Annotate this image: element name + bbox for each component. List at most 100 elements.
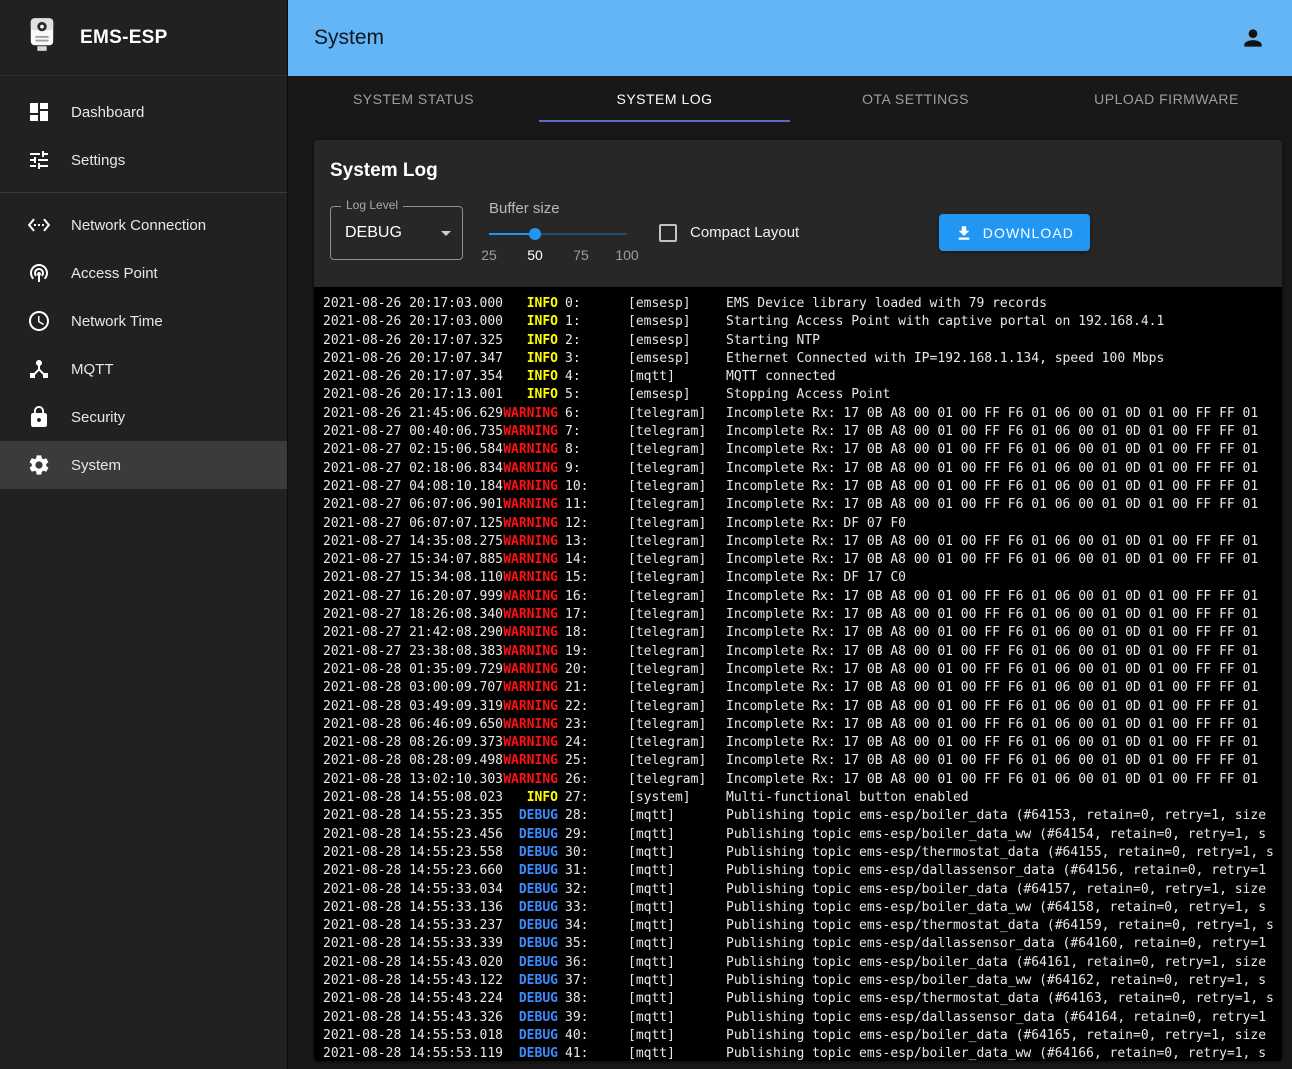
log-message: Publishing topic ems-esp/dallassensor_da… — [726, 1009, 1266, 1027]
slider-tick-25[interactable]: 25 — [481, 247, 497, 263]
log-row: 2021-08-28 14:55:23.660DEBUG31:[mqtt]Pub… — [323, 862, 1282, 880]
log-time: 2021-08-26 20:17:07.354 — [323, 368, 501, 386]
buffer-size-group: Buffer size 255075100 — [489, 200, 641, 265]
system-log-card: System Log Log Level DEBUG Buffer size 2… — [314, 140, 1282, 1061]
log-source: [mqtt] — [628, 935, 726, 953]
log-message: Publishing topic ems-esp/boiler_data (#6… — [726, 1027, 1266, 1045]
log-source: [telegram] — [628, 734, 726, 752]
log-time: 2021-08-27 15:34:07.885 — [323, 551, 501, 569]
tab-upload-firmware[interactable]: UPLOAD FIRMWARE — [1041, 76, 1292, 122]
log-time: 2021-08-28 01:35:09.729 — [323, 661, 501, 679]
log-level: WARNING — [501, 569, 558, 587]
tune-icon — [27, 148, 51, 172]
log-row: 2021-08-27 14:35:08.275WARNING13:[telegr… — [323, 533, 1282, 551]
log-row: 2021-08-28 14:55:23.558DEBUG30:[mqtt]Pub… — [323, 844, 1282, 862]
log-message: EMS Device library loaded with 79 record… — [726, 295, 1047, 313]
tab-ota-settings[interactable]: OTA SETTINGS — [790, 76, 1041, 122]
log-time: 2021-08-28 14:55:43.020 — [323, 954, 501, 972]
log-level: INFO — [501, 332, 558, 350]
download-button-label: DOWNLOAD — [983, 225, 1074, 241]
sidebar-item-security[interactable]: Security — [0, 393, 287, 441]
log-index: 14: — [565, 551, 611, 569]
log-row: 2021-08-28 06:46:09.650WARNING23:[telegr… — [323, 716, 1282, 734]
sidebar-item-dashboard[interactable]: Dashboard — [0, 88, 287, 136]
log-index: 27: — [565, 789, 611, 807]
log-time: 2021-08-28 14:55:33.237 — [323, 917, 501, 935]
log-level: DEBUG — [501, 935, 558, 953]
device-hub-icon — [27, 357, 51, 381]
compact-layout-checkbox[interactable]: Compact Layout — [659, 224, 799, 242]
log-time: 2021-08-28 14:55:43.326 — [323, 1009, 501, 1027]
log-index: 2: — [565, 332, 611, 350]
log-index: 13: — [565, 533, 611, 551]
slider-tick-50[interactable]: 50 — [527, 247, 543, 263]
log-source: [telegram] — [628, 441, 726, 459]
checkbox-unchecked-icon[interactable] — [659, 224, 677, 242]
log-message: Incomplete Rx: 17 0B A8 00 01 00 FF F6 0… — [726, 460, 1258, 478]
log-controls: Log Level DEBUG Buffer size 255075100 C — [314, 196, 1282, 287]
log-time: 2021-08-28 14:55:23.558 — [323, 844, 501, 862]
log-message: Publishing topic ems-esp/boiler_data_ww … — [726, 1045, 1266, 1061]
log-message: Incomplete Rx: 17 0B A8 00 01 00 FF F6 0… — [726, 643, 1258, 661]
log-message: Incomplete Rx: 17 0B A8 00 01 00 FF F6 0… — [726, 496, 1258, 514]
sidebar-item-settings[interactable]: Settings — [0, 136, 287, 184]
buffer-size-slider[interactable] — [489, 227, 627, 241]
tab-system-log[interactable]: SYSTEM LOG — [539, 76, 790, 122]
log-level: WARNING — [501, 679, 558, 697]
log-index: 36: — [565, 954, 611, 972]
card-title: System Log — [314, 140, 1282, 196]
log-level-value: DEBUG — [331, 224, 402, 242]
log-message: Incomplete Rx: 17 0B A8 00 01 00 FF F6 0… — [726, 441, 1258, 459]
log-level-select[interactable]: Log Level DEBUG — [330, 206, 463, 260]
log-source: [mqtt] — [628, 862, 726, 880]
log-level: WARNING — [501, 405, 558, 423]
log-message: Ethernet Connected with IP=192.168.1.134… — [726, 350, 1164, 368]
log-time: 2021-08-28 08:28:09.498 — [323, 752, 501, 770]
log-level: DEBUG — [501, 1009, 558, 1027]
log-level: DEBUG — [501, 972, 558, 990]
log-time: 2021-08-26 20:17:13.001 — [323, 386, 501, 404]
log-source: [mqtt] — [628, 1009, 726, 1027]
log-source: [telegram] — [628, 569, 726, 587]
log-time: 2021-08-28 14:55:33.339 — [323, 935, 501, 953]
log-source: [system] — [628, 789, 726, 807]
log-viewer[interactable]: 2021-08-26 20:17:03.000INFO0:[emsesp]EMS… — [314, 287, 1282, 1061]
account-icon[interactable] — [1240, 25, 1266, 51]
log-index: 12: — [565, 515, 611, 533]
log-level: WARNING — [501, 441, 558, 459]
log-source: [emsesp] — [628, 313, 726, 331]
sidebar-item-label: Security — [71, 409, 125, 426]
log-time: 2021-08-28 14:55:33.136 — [323, 899, 501, 917]
log-row: 2021-08-27 16:20:07.999WARNING16:[telegr… — [323, 588, 1282, 606]
log-index: 21: — [565, 679, 611, 697]
sidebar-item-label: Access Point — [71, 265, 158, 282]
slider-tick-75[interactable]: 75 — [573, 247, 589, 263]
log-index: 41: — [565, 1045, 611, 1061]
tab-system-status[interactable]: SYSTEM STATUS — [288, 76, 539, 122]
slider-tick-100[interactable]: 100 — [615, 247, 638, 263]
log-index: 31: — [565, 862, 611, 880]
sidebar-item-system[interactable]: System — [0, 441, 287, 489]
log-index: 37: — [565, 972, 611, 990]
sidebar-item-network-time[interactable]: Network Time — [0, 297, 287, 345]
log-level: WARNING — [501, 515, 558, 533]
log-index: 23: — [565, 716, 611, 734]
compact-layout-label: Compact Layout — [690, 224, 799, 241]
sidebar-item-access-point[interactable]: Access Point — [0, 249, 287, 297]
log-source: [emsesp] — [628, 350, 726, 368]
log-time: 2021-08-27 00:40:06.735 — [323, 423, 501, 441]
log-row: 2021-08-28 14:55:23.456DEBUG29:[mqtt]Pub… — [323, 826, 1282, 844]
log-row: 2021-08-28 14:55:08.023INFO27:[system]Mu… — [323, 789, 1282, 807]
sidebar-item-mqtt[interactable]: MQTT — [0, 345, 287, 393]
app-title: EMS-ESP — [80, 27, 168, 49]
log-level: WARNING — [501, 716, 558, 734]
sidebar-item-network-connection[interactable]: Network Connection — [0, 201, 287, 249]
log-time: 2021-08-27 04:08:10.184 — [323, 478, 501, 496]
log-message: Incomplete Rx: 17 0B A8 00 01 00 FF F6 0… — [726, 661, 1258, 679]
log-source: [emsesp] — [628, 332, 726, 350]
log-row: 2021-08-26 20:17:07.354INFO4:[mqtt]MQTT … — [323, 368, 1282, 386]
slider-thumb[interactable] — [529, 228, 541, 240]
download-button[interactable]: DOWNLOAD — [939, 214, 1090, 251]
log-source: [telegram] — [628, 606, 726, 624]
log-message: Stopping Access Point — [726, 386, 890, 404]
